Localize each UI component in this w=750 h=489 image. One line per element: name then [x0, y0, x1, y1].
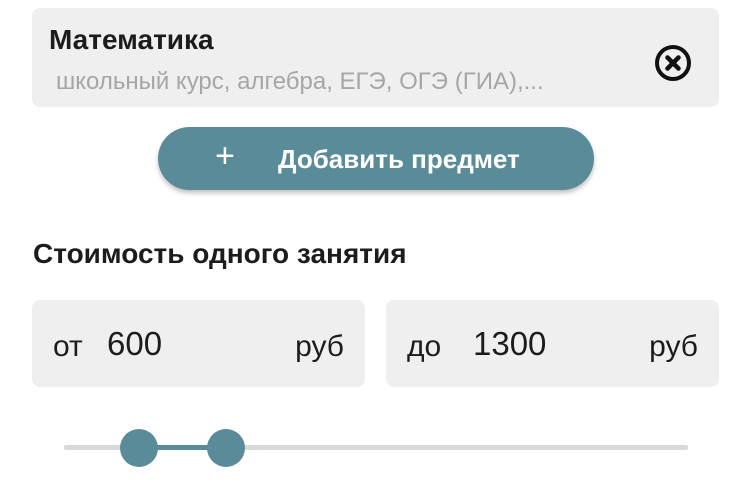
- plus-icon: +: [215, 137, 235, 175]
- subject-description: школьный курс, алгебра, ЕГЭ, ОГЭ (ГИА),.…: [56, 68, 544, 95]
- subject-card[interactable]: Математика школьный курс, алгебра, ЕГЭ, …: [32, 8, 719, 107]
- price-to-prefix: до: [407, 330, 442, 363]
- subject-filter-page: Математика школьный курс, алгебра, ЕГЭ, …: [0, 0, 750, 489]
- price-from-unit: руб: [295, 330, 344, 363]
- price-range-slider[interactable]: [64, 428, 688, 468]
- subject-title: Математика: [49, 24, 214, 55]
- slider-min-thumb[interactable]: [119, 429, 158, 467]
- add-subject-button[interactable]: + Добавить предмет: [158, 127, 594, 190]
- remove-subject-button[interactable]: [648, 38, 698, 88]
- slider-max-thumb[interactable]: [206, 429, 245, 467]
- price-to-field[interactable]: до руб: [386, 300, 719, 387]
- price-to-unit: руб: [649, 330, 698, 363]
- price-from-field[interactable]: от руб: [32, 300, 365, 387]
- price-to-input[interactable]: [473, 325, 583, 363]
- close-circle-icon: [655, 45, 691, 81]
- price-section-title: Стоимость одного занятия: [33, 238, 407, 269]
- price-from-prefix: от: [53, 330, 83, 363]
- price-from-input[interactable]: [107, 325, 217, 363]
- add-subject-label: Добавить предмет: [278, 144, 520, 174]
